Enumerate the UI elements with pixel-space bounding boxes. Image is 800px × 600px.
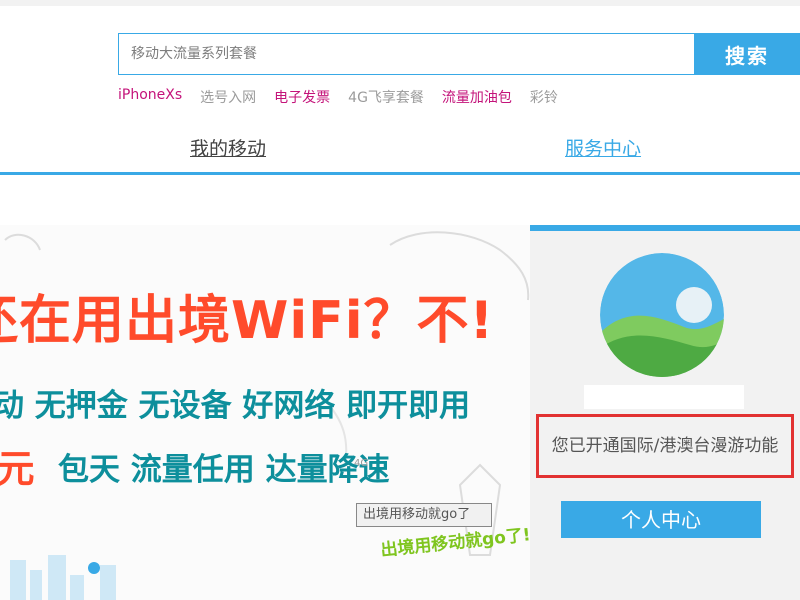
nav-underline [0, 172, 800, 175]
hot-link-4g-plan[interactable]: 4G飞享套餐 [348, 87, 424, 107]
hot-link-choose-number[interactable]: 选号入网 [200, 87, 256, 107]
hot-link-data-pack[interactable]: 流量加油包 [442, 87, 512, 107]
personal-center-button[interactable]: 个人中心 [561, 501, 761, 538]
search-bar: 搜索 [118, 33, 800, 77]
avatar[interactable] [600, 253, 724, 377]
banner-tag: 出境用移动就go了 [356, 503, 492, 527]
username-bar [584, 385, 744, 409]
promo-banner[interactable]: 还在用出境WiFi？不! 移动 无押金 无设备 好网络 即开即用 0元 包天 流… [0, 225, 530, 600]
nav-my-mobile[interactable]: 我的移动 [190, 134, 266, 161]
hot-link-e-invoice[interactable]: 电子发票 [274, 87, 330, 107]
banner-line-3: 包天 流量任用 达量降速 [58, 452, 390, 488]
user-sidebar: 您已开通国际/港澳台漫游功能 个人中心 [530, 225, 800, 600]
nav-service-center[interactable]: 服务中心 [565, 134, 641, 161]
search-input[interactable] [118, 33, 694, 75]
banner-amount: 0元 [0, 447, 35, 491]
banner-line-2: 移动 无押金 无设备 好网络 即开即用 [0, 388, 471, 424]
top-strip [0, 0, 800, 6]
landscape-avatar-icon [600, 253, 724, 377]
hot-links: iPhoneXs 选号入网 电子发票 4G飞享套餐 流量加油包 彩铃 [118, 87, 576, 107]
banner-headline: 还在用出境WiFi？不! [0, 291, 495, 351]
hot-link-ringtone[interactable]: 彩铃 [530, 87, 558, 107]
search-button[interactable]: 搜索 [694, 33, 800, 75]
badge-4g: 4G [354, 458, 369, 469]
roaming-notice: 您已开通国际/港澳台漫游功能 [536, 414, 794, 478]
hot-link-iphonexs[interactable]: iPhoneXs [118, 87, 182, 107]
carousel-dot[interactable] [88, 562, 100, 574]
main-nav: 我的移动 服务中心 [0, 128, 800, 174]
